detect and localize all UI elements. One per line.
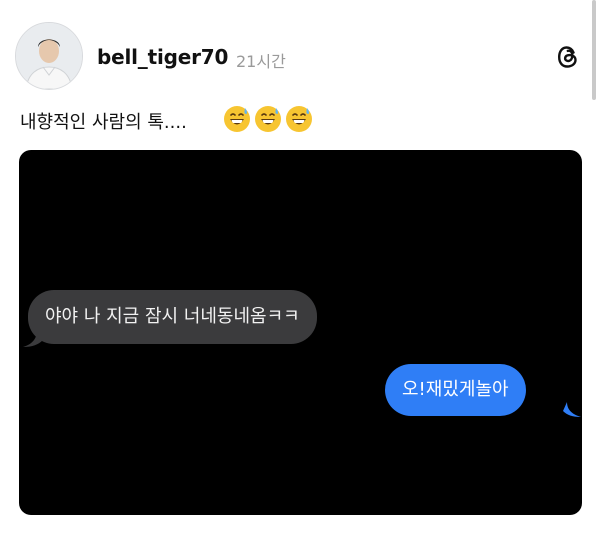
outgoing-message-bubble: 오!재밌게놀아 (385, 364, 526, 416)
incoming-message-bubble: 야야 나 지금 잠시 너네동네옴ㅋㅋ (28, 290, 317, 344)
post-text: 내향적인 사람의 톡.... (20, 112, 187, 133)
avatar[interactable] (15, 22, 83, 90)
incoming-message-text: 야야 나 지금 잠시 너네동네옴ㅋㅋ (45, 306, 300, 327)
post-image[interactable]: 야야 나 지금 잠시 너네동네옴ㅋㅋ 오!재밌게놀아 (19, 150, 582, 515)
scrollbar[interactable] (592, 0, 596, 100)
username[interactable]: bell_tiger70 (97, 45, 228, 69)
grinning-sweat-emoji (224, 106, 250, 132)
grinning-sweat-emoji (255, 106, 281, 132)
post-timestamp: 21시간 (236, 52, 286, 71)
emoji-group (223, 105, 313, 133)
outgoing-bubble-tail (563, 402, 581, 417)
outgoing-message-text: 오!재밌게놀아 (402, 379, 509, 400)
threads-icon[interactable] (556, 44, 580, 70)
grinning-sweat-emoji (286, 106, 312, 132)
